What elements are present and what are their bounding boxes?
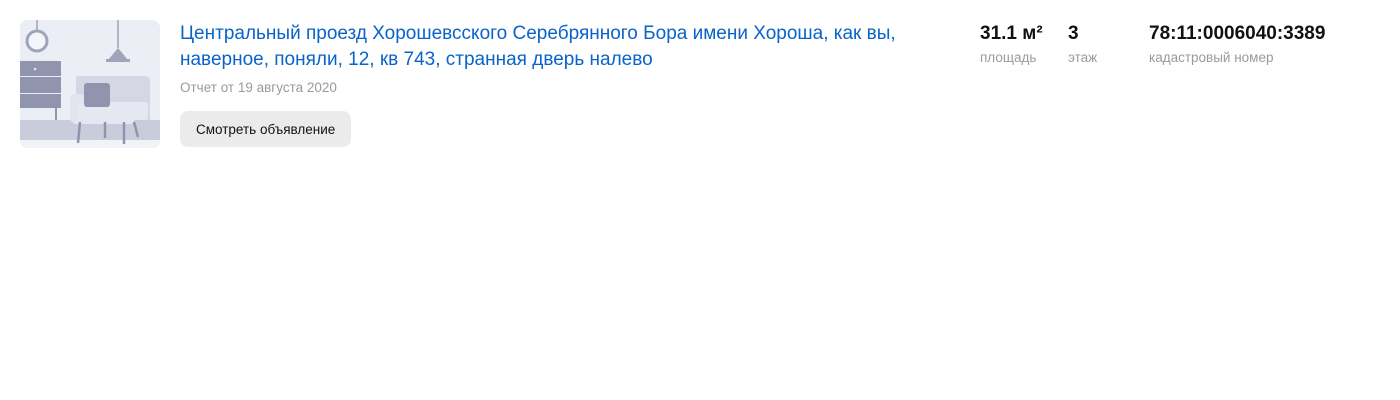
- cadastral-value: 78:11:0006040:3389: [1149, 23, 1326, 44]
- area-value: 31.1 м²: [980, 23, 1043, 44]
- area-label: площадь: [980, 50, 1037, 65]
- stat-cadastral: 78:11:0006040:3389 кадастровый номер: [1149, 21, 1325, 67]
- view-listing-button[interactable]: Смотреть объявление: [180, 111, 352, 147]
- listing-card: Центральный проезд Хорошевсского Серебря…: [20, 20, 1360, 148]
- stat-floor: 3 этаж: [1068, 21, 1097, 67]
- report-date: Отчет от 19 августа 2020: [180, 80, 337, 95]
- cadastral-label: кадастровый номер: [1149, 50, 1274, 65]
- stat-area: 31.1 м² площадь: [980, 21, 1043, 67]
- room-illustration-icon[interactable]: [20, 20, 160, 148]
- floor-value: 3: [1068, 23, 1079, 44]
- listing-info: Центральный проезд Хорошевсского Серебря…: [180, 20, 960, 147]
- listing-address-link[interactable]: Центральный проезд Хорошевсского Серебря…: [180, 21, 960, 73]
- floor-label: этаж: [1068, 50, 1098, 65]
